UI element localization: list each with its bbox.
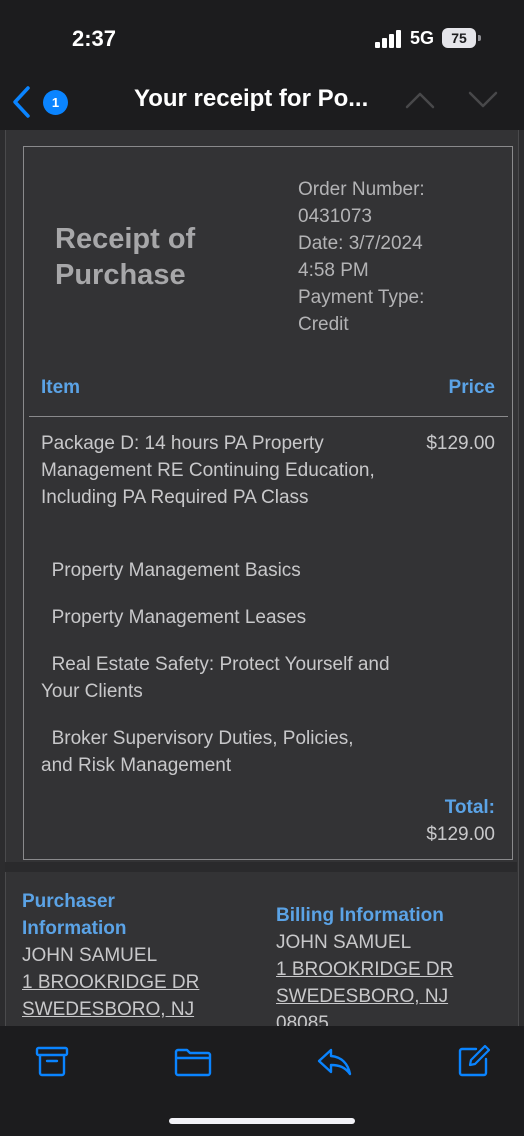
message-subject-title: Your receipt for Po... bbox=[134, 85, 369, 112]
billing-city-link[interactable]: SWEDESBORO, NJ bbox=[276, 983, 448, 1010]
folder-icon[interactable] bbox=[174, 1044, 212, 1078]
payment-type-label: Payment Type: bbox=[298, 287, 425, 308]
status-time: 2:37 bbox=[72, 26, 117, 51]
status-bar: 2:37 5G 75 bbox=[0, 0, 524, 78]
reply-icon[interactable] bbox=[315, 1044, 353, 1078]
receipt-heading-line1: Receipt of bbox=[55, 223, 196, 255]
billing-zip-link[interactable]: 08085 bbox=[276, 1010, 329, 1026]
table-divider bbox=[29, 416, 508, 417]
total-value: $129.00 bbox=[426, 824, 495, 845]
purchaser-name: JOHN SAMUEL bbox=[22, 945, 158, 966]
archive-icon[interactable] bbox=[35, 1044, 69, 1078]
home-indicator[interactable] bbox=[169, 1118, 355, 1124]
sub-item: Real Estate Safety: Protect Yourself and… bbox=[41, 654, 390, 702]
previous-message-chevron-up-icon[interactable] bbox=[405, 90, 435, 110]
column-header-price: Price bbox=[448, 377, 495, 398]
receipt-heading-line2: Purchase bbox=[55, 259, 186, 291]
order-time: 4:58 PM bbox=[298, 260, 369, 281]
column-header-item: Item bbox=[41, 377, 81, 398]
compose-icon[interactable] bbox=[456, 1044, 490, 1078]
purchaser-address-link[interactable]: 1 BROOKRIDGE DR bbox=[22, 969, 199, 996]
next-message-chevron-down-icon[interactable] bbox=[468, 90, 498, 110]
total-label: Total: bbox=[444, 797, 495, 818]
back-chevron-icon[interactable] bbox=[10, 84, 34, 120]
sub-item: Property Management Leases bbox=[51, 607, 307, 628]
battery-level: 75 bbox=[451, 30, 467, 46]
sub-item: Property Management Basics bbox=[51, 560, 301, 581]
signal-strength-icon bbox=[375, 30, 403, 48]
order-number-label: Order Number: bbox=[298, 179, 425, 200]
battery-icon: 75 bbox=[442, 28, 476, 48]
purchaser-city-link[interactable]: SWEDESBORO, NJ bbox=[22, 996, 194, 1023]
network-type: 5G bbox=[410, 28, 435, 48]
order-number: 0431073 bbox=[298, 206, 372, 227]
order-info: Order Number: 0431073 Date: 3/7/2024 4:5… bbox=[298, 176, 425, 338]
sub-item: Broker Supervisory Duties, Policies, and… bbox=[41, 728, 354, 776]
order-date: Date: 3/7/2024 bbox=[298, 233, 423, 254]
billing-name: JOHN SAMUEL bbox=[276, 932, 412, 953]
receipt-heading: Receipt of Purchase bbox=[55, 221, 195, 293]
unread-count-badge[interactable]: 1 bbox=[43, 90, 68, 115]
payment-type: Credit bbox=[298, 314, 349, 335]
purchaser-info-heading: Purchaser Information bbox=[22, 888, 127, 942]
purchaser-heading-line1: Purchaser bbox=[22, 891, 115, 912]
line-item-price: $129.00 bbox=[426, 433, 495, 454]
email-body[interactable]: Receipt of Purchase Order Number: 043107… bbox=[0, 130, 524, 1026]
purchaser-heading-line2: Information bbox=[22, 918, 127, 939]
billing-info-heading: Billing Information bbox=[276, 905, 444, 926]
line-item-name: Package D: 14 hours PA Property Manageme… bbox=[41, 433, 375, 508]
billing-address-link[interactable]: 1 BROOKRIDGE DR bbox=[276, 956, 453, 983]
section-separator bbox=[5, 862, 517, 872]
battery-tip bbox=[478, 35, 481, 41]
